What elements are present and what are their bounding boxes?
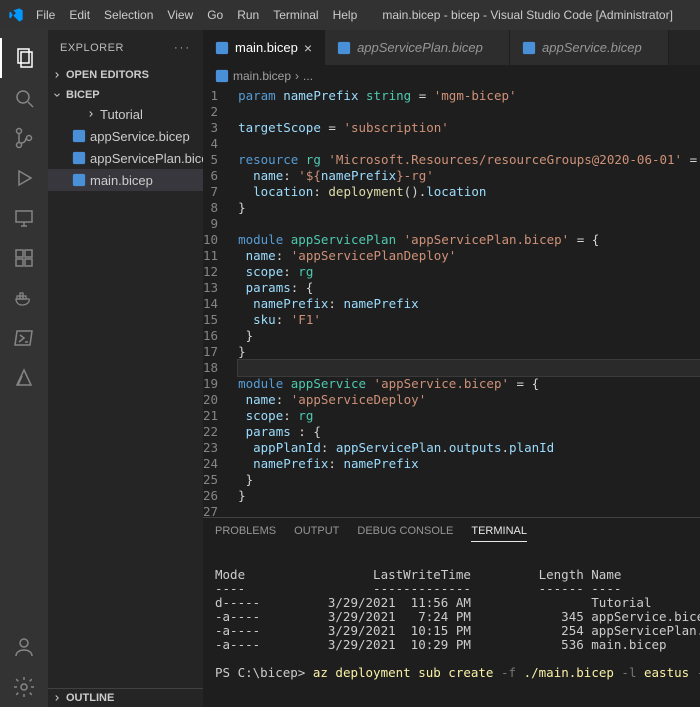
tab-appServicePlan-bicep[interactable]: appServicePlan.bicep×	[325, 30, 510, 65]
line-numbers: 1234567891011121314151617181920212223242…	[203, 87, 230, 517]
sidebar: EXPLORER ··· OPEN EDITORS BICEP Tutorial…	[48, 30, 203, 707]
sidebar-header: EXPLORER ···	[48, 30, 203, 65]
bicep-file-icon	[72, 129, 86, 143]
window-title: main.bicep - bicep - Visual Studio Code …	[363, 8, 692, 22]
open-editors-section[interactable]: OPEN EDITORS	[48, 67, 203, 83]
bicep-file-icon	[72, 173, 86, 187]
bicep-file-icon	[215, 69, 229, 83]
editor-area: main.bicep×appServicePlan.bicep×appServi…	[203, 30, 700, 707]
menu-selection[interactable]: Selection	[98, 4, 159, 26]
terminal[interactable]: Mode LastWriteTime Length Name ---- ----…	[203, 548, 700, 707]
search-icon[interactable]	[0, 78, 48, 118]
settings-icon[interactable]	[0, 667, 48, 707]
bicep-file-icon	[215, 41, 229, 55]
menu-file[interactable]: File	[30, 4, 61, 26]
panel-tab-problems[interactable]: PROBLEMS	[215, 525, 276, 541]
tab-appService-bicep[interactable]: appService.bicep×	[510, 30, 669, 65]
panel-tab-output[interactable]: OUTPUT	[294, 525, 339, 541]
panel-tabs: PROBLEMS OUTPUT DEBUG CONSOLE TERMINAL	[203, 518, 700, 548]
tree-item-appService-bicep[interactable]: appService.bicep	[48, 125, 203, 147]
code-editor[interactable]: 1234567891011121314151617181920212223242…	[203, 87, 700, 517]
menu-edit[interactable]: Edit	[63, 4, 96, 26]
panel-tab-debug-console[interactable]: DEBUG CONSOLE	[357, 525, 453, 541]
tree-item-Tutorial[interactable]: Tutorial	[48, 103, 203, 125]
outline-section[interactable]: OUTLINE	[48, 688, 203, 707]
menu-view[interactable]: View	[161, 4, 199, 26]
sidebar-title: EXPLORER	[60, 42, 124, 54]
panel-tab-terminal[interactable]: TERMINAL	[471, 525, 527, 542]
tab-bar: main.bicep×appServicePlan.bicep×appServi…	[203, 30, 700, 65]
folder-section[interactable]: BICEP	[48, 87, 203, 103]
source-control-icon[interactable]	[0, 118, 48, 158]
more-icon[interactable]: ···	[174, 42, 191, 54]
menu-go[interactable]: Go	[201, 4, 229, 26]
vscode-logo-icon	[8, 7, 24, 23]
menu-help[interactable]: Help	[327, 4, 364, 26]
code-content[interactable]: param namePrefix string = 'mgm-bicep' ta…	[230, 87, 700, 517]
bicep-file-icon	[72, 151, 86, 165]
breadcrumb[interactable]: main.bicep › ...	[203, 65, 700, 87]
tab-main-bicep[interactable]: main.bicep×	[203, 30, 325, 65]
activity-bar	[0, 30, 48, 707]
tree-item-main-bicep[interactable]: main.bicep	[48, 169, 203, 191]
menu-bar: FileEditSelectionViewGoRunTerminalHelp	[30, 4, 363, 26]
bicep-file-icon	[337, 41, 351, 55]
menu-terminal[interactable]: Terminal	[267, 4, 324, 26]
azure-icon[interactable]	[0, 358, 48, 398]
bicep-file-icon	[522, 41, 536, 55]
menu-run[interactable]: Run	[231, 4, 265, 26]
explorer-icon[interactable]	[0, 38, 48, 78]
run-debug-icon[interactable]	[0, 158, 48, 198]
extensions-icon[interactable]	[0, 238, 48, 278]
account-icon[interactable]	[0, 627, 48, 667]
remote-icon[interactable]	[0, 198, 48, 238]
docker-icon[interactable]	[0, 278, 48, 318]
tree-item-appServicePlan-bicep[interactable]: appServicePlan.bicep	[48, 147, 203, 169]
bottom-panel: PROBLEMS OUTPUT DEBUG CONSOLE TERMINAL Mode…	[203, 517, 700, 707]
powershell-icon[interactable]	[0, 318, 48, 358]
titlebar: FileEditSelectionViewGoRunTerminalHelp m…	[0, 0, 700, 30]
close-icon[interactable]: ×	[304, 40, 312, 56]
